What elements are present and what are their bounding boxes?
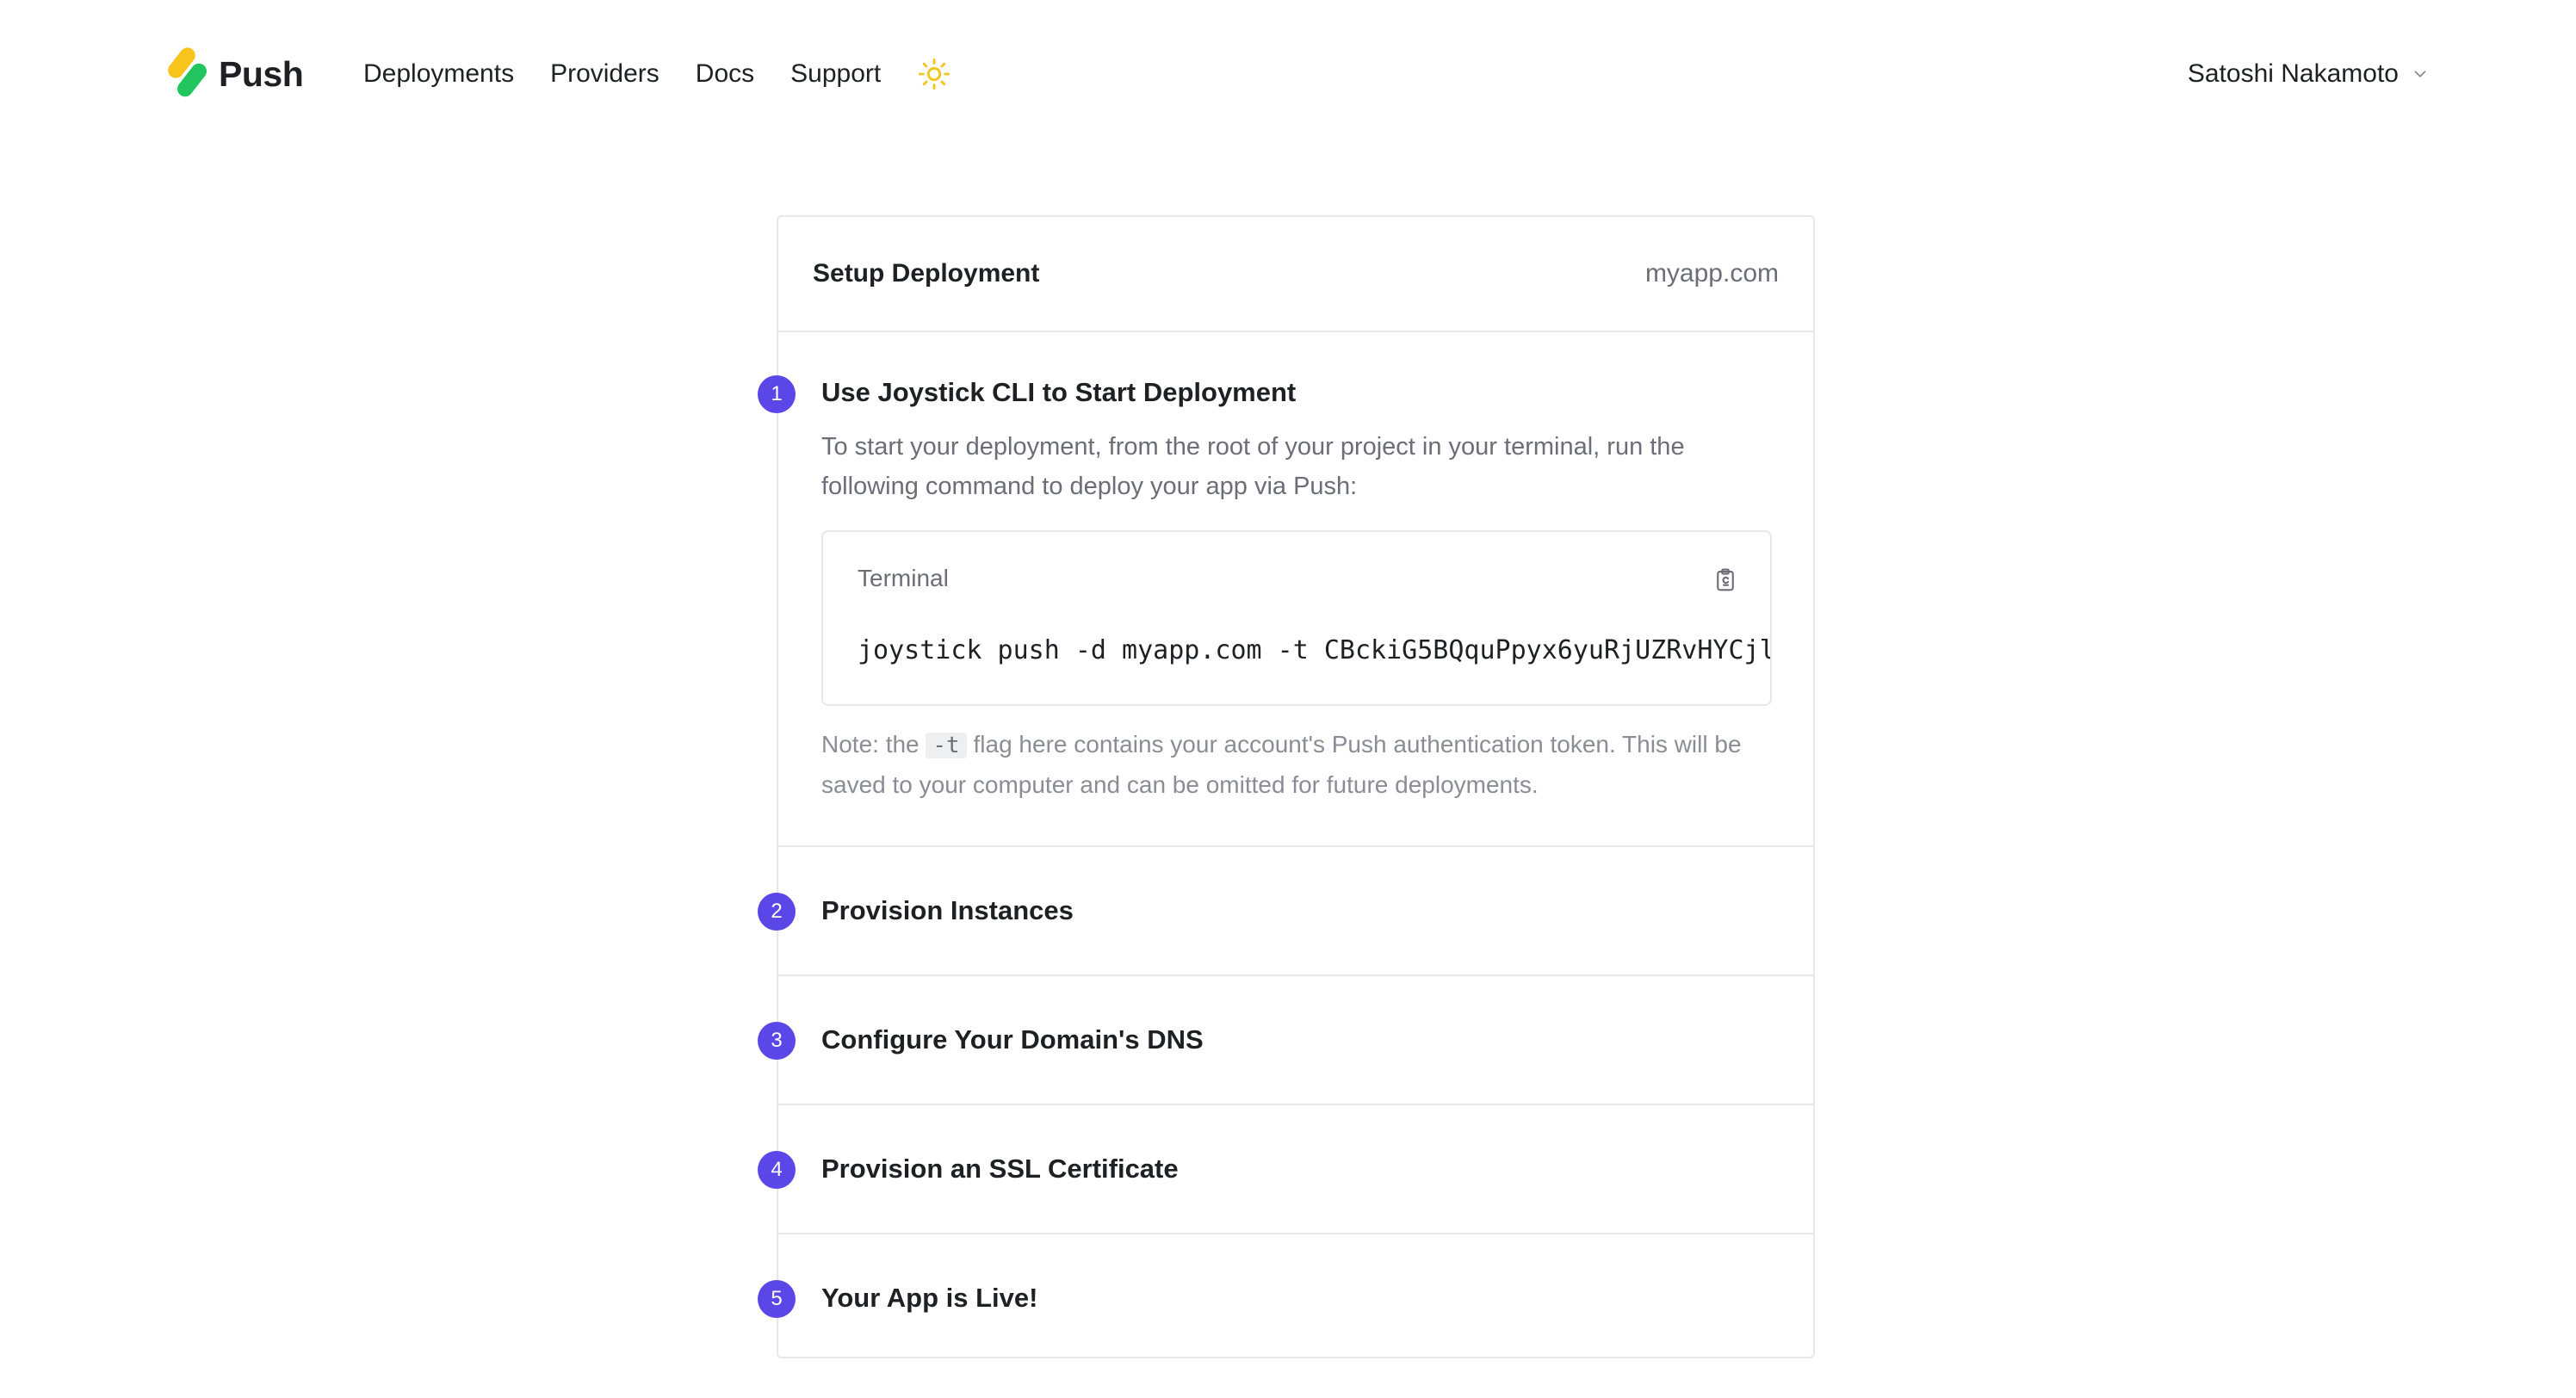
note-text-before: Note: the: [821, 731, 926, 758]
sun-icon: [919, 58, 951, 90]
step-number-badge: 3: [758, 1022, 796, 1060]
step-number-badge: 2: [758, 893, 796, 931]
card-header: Setup Deployment myapp.com: [778, 217, 1813, 332]
step-1-start-deployment: 1 Use Joystick CLI to Start Deployment T…: [758, 332, 1813, 847]
theme-toggle-button[interactable]: [917, 57, 951, 91]
chevron-down-icon: [2414, 71, 2426, 77]
note-inline-code: -t: [926, 733, 967, 758]
brand-logo-link[interactable]: Push: [164, 44, 304, 100]
step-title[interactable]: Use Joystick CLI to Start Deployment: [821, 377, 1770, 408]
step-5-app-live[interactable]: 5 Your App is Live!: [758, 1234, 1813, 1362]
step-title[interactable]: Provision Instances: [821, 895, 1074, 926]
push-logo-icon: [164, 44, 210, 100]
deployment-domain: myapp.com: [1644, 259, 1779, 288]
step-title[interactable]: Configure Your Domain's DNS: [821, 1024, 1204, 1055]
step-2-provision-instances[interactable]: 2 Provision Instances: [758, 847, 1813, 976]
step-3-configure-dns[interactable]: 3 Configure Your Domain's DNS: [758, 976, 1813, 1105]
clipboard-icon: [1717, 568, 1734, 591]
nav-link-docs[interactable]: Docs: [696, 59, 754, 89]
top-navigation: Push Deployments Providers Docs Support …: [0, 0, 2576, 146]
setup-deployment-card: Setup Deployment myapp.com 1 Use Joystic…: [758, 215, 1815, 1358]
user-menu-button[interactable]: Satoshi Nakamoto: [2188, 50, 2430, 98]
main-nav: Deployments Providers Docs Support: [363, 50, 951, 98]
user-name: Satoshi Nakamoto: [2187, 59, 2399, 88]
step-title[interactable]: Your App is Live!: [821, 1283, 1037, 1314]
step-title[interactable]: Provision an SSL Certificate: [821, 1154, 1179, 1185]
step-number-badge: 1: [758, 375, 796, 413]
step-number-badge: 5: [758, 1280, 796, 1318]
brand-name: Push: [219, 53, 304, 94]
step-4-ssl-certificate[interactable]: 4 Provision an SSL Certificate: [758, 1105, 1813, 1234]
nav-link-support[interactable]: Support: [790, 59, 881, 89]
step-note: Note: the -t flag here contains your acc…: [821, 725, 1768, 805]
step-number-badge: 4: [758, 1151, 796, 1189]
terminal-command[interactable]: joystick push -d myapp.com -t CBckiG5BQq…: [858, 635, 1770, 665]
nav-link-providers[interactable]: Providers: [550, 59, 659, 89]
step-description: To start your deployment, from the root …: [821, 433, 1685, 500]
copy-command-button[interactable]: [1710, 565, 1741, 596]
terminal-box: Terminal joystick push -d myapp.com -t C…: [821, 530, 1772, 706]
page-title: Setup Deployment: [813, 259, 1040, 288]
nav-link-deployments[interactable]: Deployments: [363, 59, 514, 89]
terminal-label: Terminal: [858, 565, 949, 591]
